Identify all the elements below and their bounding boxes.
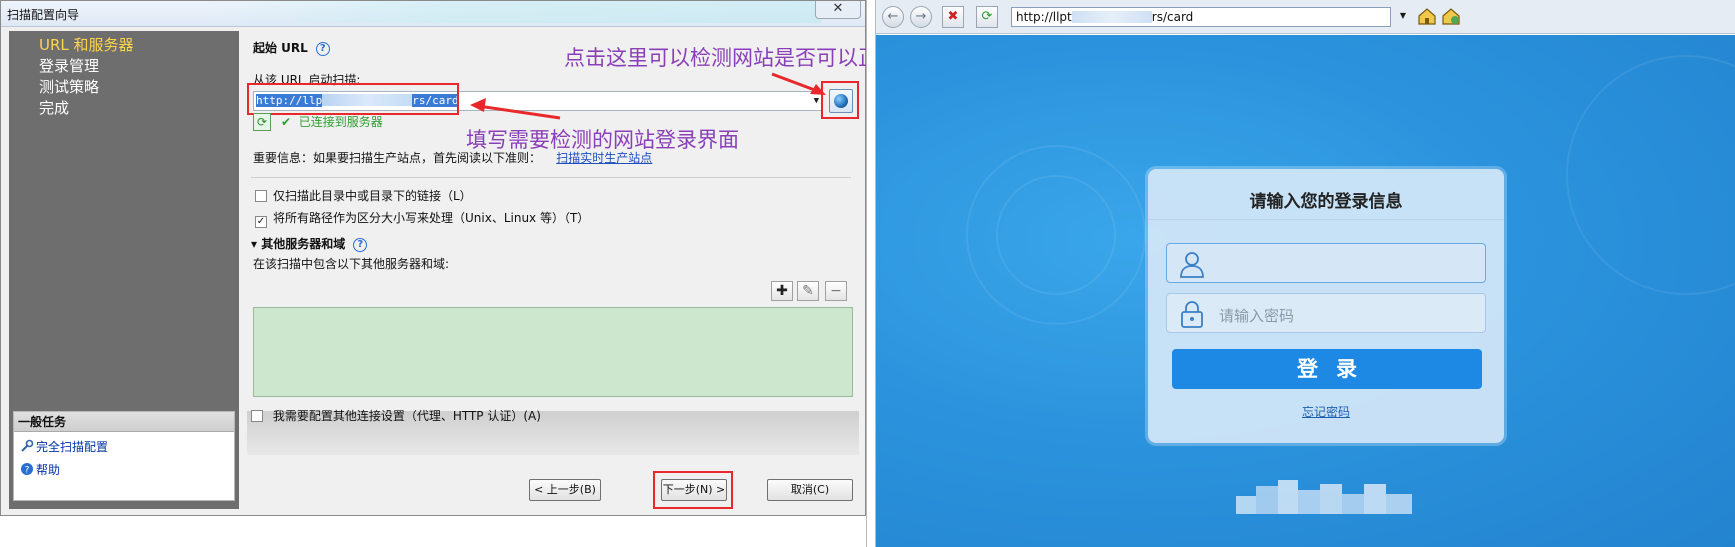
step-login-management[interactable]: 登录管理 xyxy=(39,56,134,77)
remove-domain-button[interactable]: − xyxy=(825,281,847,301)
connected-status-text: 已连接到服务器 xyxy=(298,115,383,129)
address-suffix: rs/card xyxy=(1151,10,1194,24)
general-tasks-header: 一般任务 xyxy=(14,412,234,432)
password-placeholder: 请输入密码 xyxy=(1219,308,1295,325)
favorites-home-icon[interactable] xyxy=(1440,5,1462,27)
option-label: 我需要配置其他连接设置（代理、HTTP 认证）(A) xyxy=(272,409,541,423)
address-prefix: http://llpt xyxy=(1016,10,1072,24)
redacted-footer-text xyxy=(1236,480,1412,514)
wizard-steps: URL 和服务器 登录管理 测试策略 完成 xyxy=(39,35,134,119)
full-scan-config-label: 完全扫描配置 xyxy=(36,440,109,454)
address-bar[interactable]: http://llpt rs/card xyxy=(1011,7,1391,27)
help-link[interactable]: ? 帮助 xyxy=(20,461,60,478)
cancel-button[interactable]: 取消(C) xyxy=(767,479,853,501)
option-connection-settings[interactable]: 我需要配置其他连接设置（代理、HTTP 认证）(A) xyxy=(251,407,541,424)
login-button[interactable]: 登录 xyxy=(1172,349,1482,389)
user-icon xyxy=(1180,252,1204,278)
address-dropdown-icon[interactable]: ▼ xyxy=(1396,6,1410,28)
decorative-circle xyxy=(1566,55,1735,295)
username-input[interactable] xyxy=(1166,243,1486,283)
wrench-icon xyxy=(21,439,34,452)
step-finish[interactable]: 完成 xyxy=(39,98,134,119)
refresh-icon[interactable]: ⟳ xyxy=(976,6,998,28)
refresh-connection-button[interactable]: ⟳ xyxy=(253,113,271,131)
start-url-heading-text: 起始 URL xyxy=(253,41,308,55)
help-icon[interactable]: ? xyxy=(315,42,330,56)
collapse-triangle-icon[interactable]: ▾ xyxy=(251,237,257,251)
back-icon[interactable]: ← xyxy=(882,6,904,28)
redacted-url-segment xyxy=(1071,11,1152,23)
checkbox-checked[interactable]: ✓ xyxy=(255,216,267,228)
other-domains-list[interactable] xyxy=(253,307,853,397)
step-url-and-servers[interactable]: URL 和服务器 xyxy=(39,35,134,56)
title-underline xyxy=(1148,219,1504,220)
decorative-circle xyxy=(996,175,1116,295)
option-label: 仅扫描此目录中或目录下的链接（L） xyxy=(273,189,472,203)
back-button[interactable]: < 上一步(B) xyxy=(529,479,601,501)
wizard-main-panel: 起始 URL? 从该 URL 启动扫描: http://llp rs/card ▼… xyxy=(241,31,861,509)
forgot-password-link[interactable]: 忘记密码 xyxy=(1148,403,1504,420)
divider xyxy=(251,177,851,178)
scan-config-wizard-window: 扫描配置向导 ✕ URL 和服务器 登录管理 测试策略 完成 一般任务 完全扫描… xyxy=(0,0,866,516)
connection-status: ✔ 已连接到服务器 xyxy=(281,113,383,130)
step-test-policy[interactable]: 测试策略 xyxy=(39,77,134,98)
page-viewport: 请输入您的登录信息 请输入密码 登录 忘记密码 xyxy=(876,35,1735,547)
full-scan-config-link[interactable]: 完全扫描配置 xyxy=(20,438,108,455)
edit-domain-button[interactable]: ✎ xyxy=(797,281,819,301)
screenshot-stage: 扫描配置向导 ✕ URL 和服务器 登录管理 测试策略 完成 一般任务 完全扫描… xyxy=(0,0,1735,547)
test-connection-highlight-box xyxy=(821,81,859,119)
url-highlight-box xyxy=(247,83,459,115)
check-icon: ✔ xyxy=(281,115,292,129)
start-url-heading: 起始 URL? xyxy=(253,39,330,56)
other-servers-description: 在该扫描中包含以下其他服务器和域: xyxy=(253,257,450,271)
svg-text:?: ? xyxy=(25,466,30,476)
help-icon: ? xyxy=(21,463,33,476)
chevron-down-icon[interactable]: ▼ xyxy=(814,92,819,110)
browser-window: ← → ✖ ⟳ http://llpt rs/card ▼ 请输入您的登录信息 xyxy=(876,0,1735,547)
option-label: 将所有路径作为区分大小写来处理（Unix、Linux 等）（T） xyxy=(273,211,590,225)
checkbox[interactable] xyxy=(251,410,263,422)
other-servers-heading[interactable]: ▾ 其他服务器和域? xyxy=(251,235,368,252)
connection-settings-strip: 我需要配置其他连接设置（代理、HTTP 认证）(A) xyxy=(247,409,859,455)
help-icon[interactable]: ? xyxy=(353,238,368,252)
option-scan-directory-only[interactable]: 仅扫描此目录中或目录下的链接（L） xyxy=(255,187,472,204)
checkbox[interactable] xyxy=(255,190,267,202)
stop-icon[interactable]: ✖ xyxy=(942,6,964,28)
browser-toolbar: ← → ✖ ⟳ http://llpt rs/card ▼ xyxy=(876,0,1735,34)
window-divider xyxy=(866,0,876,547)
annotation-fill-url: 填写需要检测的网站登录界面 xyxy=(466,128,739,152)
add-domain-button[interactable]: ✚ xyxy=(771,281,793,301)
wizard-title: 扫描配置向导 xyxy=(7,8,80,22)
forward-icon[interactable]: → xyxy=(910,6,932,28)
wizard-titlebar: 扫描配置向导 ✕ xyxy=(1,1,865,27)
next-highlight-box xyxy=(653,471,733,509)
wizard-sidebar: URL 和服务器 登录管理 测试策略 完成 一般任务 完全扫描配置 ? 帮助 xyxy=(9,31,239,509)
close-button[interactable]: ✕ xyxy=(815,1,861,19)
other-servers-heading-text: 其他服务器和域 xyxy=(261,237,346,251)
help-label: 帮助 xyxy=(36,463,61,477)
home-icon[interactable] xyxy=(1416,5,1438,27)
lock-icon xyxy=(1181,301,1203,328)
general-tasks-panel: 一般任务 完全扫描配置 ? 帮助 xyxy=(13,411,235,501)
password-input[interactable]: 请输入密码 xyxy=(1166,293,1486,333)
option-case-sensitive-paths[interactable]: ✓ 将所有路径作为区分大小写来处理（Unix、Linux 等）（T） xyxy=(255,209,589,228)
login-panel: 请输入您的登录信息 请输入密码 登录 忘记密码 xyxy=(1148,169,1504,443)
background-strip xyxy=(201,1,821,23)
login-title: 请输入您的登录信息 xyxy=(1249,192,1403,211)
